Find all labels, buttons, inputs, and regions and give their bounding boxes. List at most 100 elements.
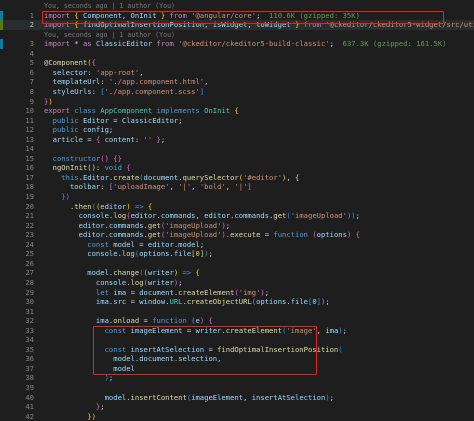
- code-line[interactable]: 19 }): [0, 192, 474, 202]
- gutter[interactable]: [0, 30, 42, 40]
- blame-text[interactable]: You, seconds ago | 1 author (You): [44, 31, 175, 39]
- gutter[interactable]: 39: [0, 383, 42, 393]
- gutter[interactable]: 9: [0, 97, 42, 107]
- gutter[interactable]: 36: [0, 354, 42, 364]
- code-line[interactable]: 12 public config;: [0, 125, 474, 135]
- code-content[interactable]: console.log(writer);: [44, 278, 474, 288]
- code-content[interactable]: }): [44, 192, 474, 202]
- gutter[interactable]: 35: [0, 345, 42, 355]
- code-line[interactable]: 8 styleUrls: ['./app.component.scss']: [0, 87, 474, 97]
- gutter[interactable]: 10: [0, 106, 42, 116]
- code-line[interactable]: 6 selector: 'app-root',: [0, 68, 474, 78]
- code-content[interactable]: }): [44, 97, 474, 107]
- gutter[interactable]: 21: [0, 211, 42, 221]
- code-content[interactable]: }): [44, 412, 474, 421]
- code-content[interactable]: model: [44, 364, 474, 374]
- code-line[interactable]: 38 );: [0, 373, 474, 383]
- gutter[interactable]: 31: [0, 307, 42, 317]
- gutter[interactable]: 18: [0, 182, 42, 192]
- code-content[interactable]: const imageElement = writer.createElemen…: [44, 326, 474, 336]
- code-line[interactable]: 23 editor.commands.get('imageUpload').ex…: [0, 230, 474, 240]
- code-content[interactable]: );: [44, 373, 474, 383]
- code-content[interactable]: const model = editor.model;: [44, 240, 474, 250]
- gutter[interactable]: 6: [0, 68, 42, 78]
- code-content[interactable]: ima.onload = function (e) {: [44, 316, 474, 326]
- code-content[interactable]: editor.commands.get('imageUpload').execu…: [44, 230, 474, 240]
- code-content[interactable]: article = { content: '' };: [44, 135, 474, 145]
- code-line[interactable]: 39: [0, 383, 474, 393]
- gutter[interactable]: 28: [0, 278, 42, 288]
- gutter[interactable]: 8: [0, 87, 42, 97]
- gutter[interactable]: 22: [0, 221, 42, 231]
- code-content[interactable]: constructor() {}: [44, 154, 474, 164]
- gutter[interactable]: 42: [0, 412, 42, 421]
- code-content[interactable]: export class AppComponent implements OnI…: [44, 106, 474, 116]
- gutter[interactable]: 41: [0, 402, 42, 412]
- gutter[interactable]: 1: [0, 10, 42, 21]
- gutter[interactable]: 27: [0, 268, 42, 278]
- code-line[interactable]: 28 console.log(writer);: [0, 278, 474, 288]
- gutter[interactable]: 29: [0, 288, 42, 298]
- blame-text[interactable]: You, seconds ago | 1 author (You): [44, 2, 175, 10]
- code-line[interactable]: 4: [0, 49, 474, 59]
- gutter[interactable]: 30: [0, 297, 42, 307]
- code-line[interactable]: 27 model.change((writer) => {: [0, 268, 474, 278]
- gutter[interactable]: 7: [0, 77, 42, 87]
- code-line[interactable]: 33 const imageElement = writer.createEle…: [0, 326, 474, 336]
- code-line[interactable]: 7 templateUrl: './app.component.html',: [0, 77, 474, 87]
- code-line[interactable]: 32 ima.onload = function (e) {: [0, 316, 474, 326]
- code-line[interactable]: 5 @Component({: [0, 58, 474, 68]
- code-line[interactable]: 17 this.Editor.create(document.querySele…: [0, 173, 474, 183]
- code-line[interactable]: 40 model.insertContent(imageElement, ins…: [0, 393, 474, 403]
- git-modified-marker[interactable]: [0, 39, 3, 49]
- code-line[interactable]: 21 console.log(editor.commands, editor.c…: [0, 211, 474, 221]
- gutter[interactable]: 11: [0, 116, 42, 126]
- gutter[interactable]: [0, 1, 42, 11]
- gutter[interactable]: 14: [0, 144, 42, 154]
- git-modified-marker[interactable]: [0, 10, 3, 21]
- gutter[interactable]: 3: [0, 39, 42, 49]
- code-line[interactable]: 14: [0, 144, 474, 154]
- gutter[interactable]: 5: [0, 58, 42, 68]
- code-content[interactable]: templateUrl: './app.component.html',: [44, 77, 474, 87]
- code-line[interactable]: 11 public Editor = ClassicEditor;: [0, 116, 474, 126]
- codelens-blame[interactable]: You, seconds ago | 1 author (You): [0, 1, 474, 11]
- code-line[interactable]: 31: [0, 307, 474, 317]
- gutter[interactable]: 15: [0, 154, 42, 164]
- code-line[interactable]: 3 import * as ClassicEditor from '@ckedit…: [0, 39, 474, 49]
- code-content[interactable]: console.log(editor.commands, editor.comm…: [44, 211, 474, 221]
- code-line[interactable]: 41 };: [0, 402, 474, 412]
- gutter[interactable]: 19: [0, 192, 42, 202]
- code-content[interactable]: };: [44, 402, 474, 412]
- gutter[interactable]: 32: [0, 316, 42, 326]
- code-line[interactable]: 30 ima.src = window.URL.createObjectURL(…: [0, 297, 474, 307]
- code-content[interactable]: this.Editor.create(document.querySelecto…: [44, 173, 474, 183]
- code-content[interactable]: editor.commands.get('imageUpload');: [44, 221, 474, 231]
- code-line[interactable]: 42 }): [0, 412, 474, 421]
- code-content[interactable]: toolbar: ['uploadImage', '|', 'bold', '|…: [44, 182, 474, 192]
- code-line[interactable]: 22 editor.commands.get('imageUpload');: [0, 221, 474, 231]
- code-content[interactable]: import * as ClassicEditor from '@ckedito…: [44, 39, 474, 49]
- code-line[interactable]: 15 constructor() {}: [0, 154, 474, 164]
- gutter[interactable]: 25: [0, 249, 42, 259]
- code-content[interactable]: .then((editor) => {: [44, 202, 474, 212]
- code-content[interactable]: selector: 'app-root',: [44, 68, 474, 78]
- code-content[interactable]: model.change((writer) => {: [44, 268, 474, 278]
- gutter[interactable]: 2: [0, 20, 42, 30]
- code-line[interactable]: 36 model.document.selection,: [0, 354, 474, 364]
- git-added-marker[interactable]: [0, 20, 3, 30]
- code-line[interactable]: 24 const model = editor.model;: [0, 240, 474, 250]
- code-content[interactable]: @Component({: [44, 58, 474, 68]
- code-content[interactable]: model.insertContent(imageElement, insert…: [44, 393, 474, 403]
- code-line[interactable]: 25 console.log(options.file[0]);: [0, 249, 474, 259]
- code-line[interactable]: 37 model: [0, 364, 474, 374]
- code-content[interactable]: public config;: [44, 125, 474, 135]
- code-line[interactable]: 26: [0, 259, 474, 269]
- code-content[interactable]: console.log(options.file[0]);: [44, 249, 474, 259]
- gutter[interactable]: 26: [0, 259, 42, 269]
- code-content[interactable]: import { Component, OnInit } from '@angu…: [44, 11, 474, 21]
- gutter[interactable]: 20: [0, 202, 42, 212]
- code-content[interactable]: import { findOptimalInsertionPosition, i…: [44, 20, 474, 30]
- gutter[interactable]: 13: [0, 135, 42, 145]
- code-line[interactable]: 18 toolbar: ['uploadImage', '|', 'bold',…: [0, 182, 474, 192]
